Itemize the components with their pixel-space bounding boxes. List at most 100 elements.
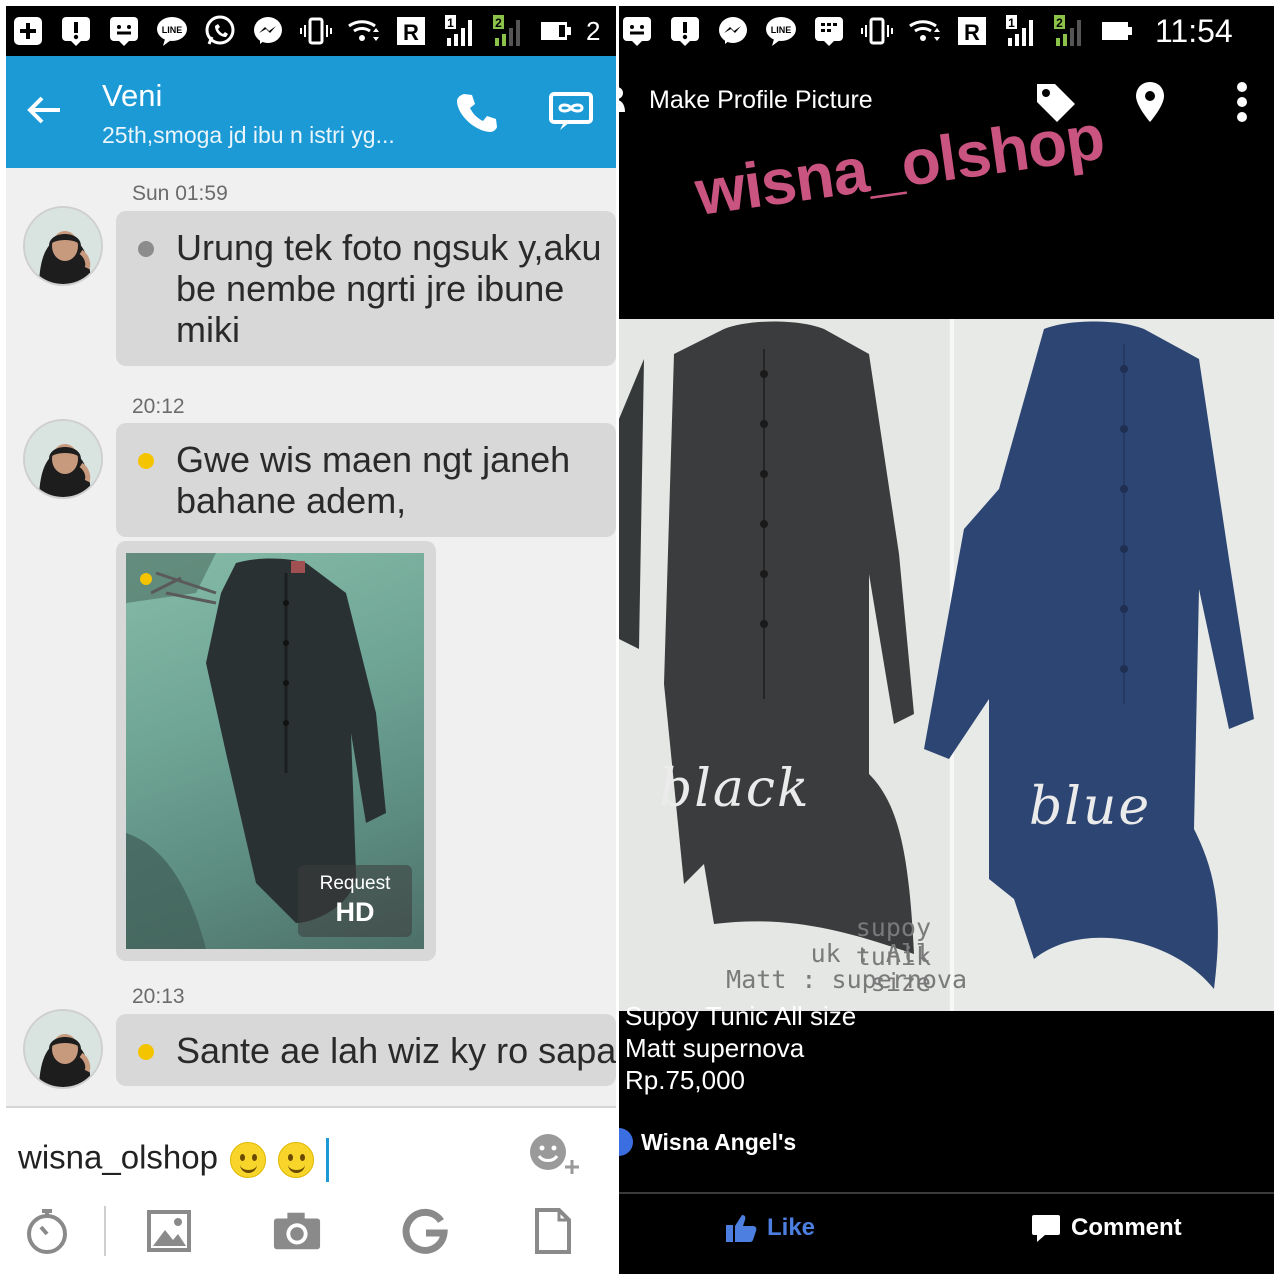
comment-button[interactable]: Comment [1031, 1213, 1182, 1243]
like-button[interactable]: Like [725, 1213, 815, 1243]
wifi-icon [907, 13, 943, 49]
more-options-button[interactable] [1220, 78, 1264, 126]
message-timestamp: Sun 01:59 [132, 182, 228, 205]
emoji-plus-icon [530, 1134, 579, 1174]
like-label: Like [767, 1214, 816, 1241]
gallery-button[interactable] [144, 1206, 194, 1256]
svg-text:2: 2 [1056, 16, 1063, 30]
roaming-r-icon: R [955, 13, 991, 49]
product-photo[interactable]: black blue supoy tunik uk : All size Mat… [619, 319, 1274, 1011]
avatar-photo [25, 421, 101, 497]
screenshot-collage: LINE R 1 2 2 Veni 25th,smoga jd ibu n is… [0, 0, 1280, 1280]
chat-screen: LINE R 1 2 2 Veni 25th,smoga jd ibu n is… [6, 6, 616, 1274]
gallery-icon [147, 1210, 191, 1252]
more-options-button[interactable] [546, 86, 596, 136]
message-input[interactable]: wisna_olshop [18, 1138, 329, 1182]
phone-icon [457, 94, 497, 132]
mask-icon [549, 92, 593, 130]
post-author[interactable]: Wisna Angel's [619, 1128, 796, 1156]
avatar[interactable] [23, 419, 103, 499]
g-button[interactable] [400, 1206, 450, 1256]
svg-text:1: 1 [447, 16, 454, 30]
file-button[interactable] [528, 1206, 578, 1256]
signal-sim2-icon: 2 [490, 13, 526, 49]
svg-text:LINE: LINE [771, 25, 792, 35]
contact-name[interactable]: Veni [102, 78, 162, 114]
thumbs-up-icon [726, 1215, 757, 1242]
message-bubble[interactable]: Gwe wis maen ngt janeh bahane adem, [116, 423, 616, 537]
timer-button[interactable] [22, 1206, 72, 1256]
color-label-blue: blue [1029, 777, 1152, 837]
status-bar: LINE R 1 2 2 [6, 6, 616, 56]
toolbar-divider [104, 1206, 106, 1256]
color-label-black: black [659, 759, 811, 819]
clock: 11:54 [1155, 12, 1233, 49]
svg-text:2: 2 [495, 16, 502, 30]
message-timestamp: 20:12 [132, 395, 185, 418]
post-caption: Supoy Tunic All size Matt supernova Rp.7… [625, 1000, 856, 1096]
smiley-emoji-icon [229, 1142, 266, 1178]
attachment-toolbar [6, 1198, 616, 1268]
bbm-icon [811, 13, 847, 49]
message-bubble[interactable]: Sante ae lah wiz ky ro sapa [116, 1014, 616, 1086]
photo-caption-line: Matt : supernova [726, 965, 967, 994]
g-icon [402, 1208, 448, 1254]
message-bubble[interactable]: Urung tek foto ngsuk y,aku be nembe ngrt… [116, 211, 616, 366]
signal-sim1-icon: 1 [442, 13, 478, 49]
messenger-icon [715, 13, 751, 49]
author-avatar [619, 1128, 633, 1156]
file-icon [535, 1208, 571, 1254]
make-profile-picture-link[interactable]: Make Profile Picture [649, 86, 873, 115]
shared-photo[interactable]: Request HD [126, 553, 424, 949]
divider [619, 1192, 1274, 1194]
timer-icon [27, 1209, 67, 1254]
back-arrow-icon[interactable] [24, 90, 64, 130]
message-text: Sante ae lah wiz ky ro sapa [176, 1030, 616, 1071]
camera-icon [273, 1212, 321, 1250]
messenger-icon [250, 13, 286, 49]
camera-button[interactable] [272, 1206, 322, 1256]
message-input-value: wisna_olshop [18, 1138, 218, 1176]
location-button[interactable] [1128, 78, 1172, 126]
photo-viewer-screen: LINE R 1 2 11:54 Make Profile Picture wi… [619, 6, 1274, 1274]
comment-label: Comment [1071, 1214, 1182, 1241]
avatar[interactable] [23, 206, 103, 286]
alert-icon [58, 13, 94, 49]
request-hd-button[interactable]: Request HD [298, 865, 412, 937]
svg-text:2: 2 [586, 16, 600, 46]
avatar[interactable] [23, 1009, 103, 1089]
status-dot [140, 573, 152, 585]
svg-text:R: R [403, 20, 419, 45]
text-cursor [325, 1138, 329, 1182]
message-text: Gwe wis maen ngt janeh bahane adem, [176, 439, 571, 521]
line-icon: LINE [154, 13, 190, 49]
comment-icon [1032, 1215, 1060, 1242]
request-label: Request [319, 873, 391, 894]
status-bar: LINE R 1 2 11:54 [619, 6, 1274, 56]
vibrate-icon [859, 13, 895, 49]
more-vertical-icon [1237, 82, 1247, 122]
contact-status: 25th,smoga jd ibu n istri yg... [102, 122, 395, 148]
battery-percent-fragment: 2 [586, 13, 600, 49]
author-name: Wisna Angel's [641, 1128, 797, 1155]
sms-icon [106, 13, 142, 49]
tunic-product-drawing [619, 319, 1274, 1011]
photo-header: Make Profile Picture wisna_olshop [619, 56, 1274, 324]
battery-icon [538, 13, 574, 49]
smiley-emoji-icon [277, 1142, 314, 1178]
vibrate-icon [298, 13, 334, 49]
svg-text:LINE: LINE [162, 25, 183, 35]
plus-icon [10, 13, 46, 49]
wifi-icon [346, 13, 382, 49]
whatsapp-icon [202, 13, 238, 49]
avatar-photo [25, 208, 101, 284]
image-message[interactable]: Request HD [116, 541, 436, 961]
watermark-text: wisna_olshop [690, 100, 1109, 230]
chat-header: Veni 25th,smoga jd ibu n istri yg... [6, 56, 616, 168]
caption-line: Matt supernova [625, 1033, 805, 1063]
message-composer: wisna_olshop [6, 1106, 616, 1274]
sticker-button[interactable] [526, 1130, 586, 1180]
voice-call-button[interactable] [452, 86, 502, 136]
message-timestamp: 20:13 [132, 985, 185, 1008]
status-dot [138, 453, 154, 469]
